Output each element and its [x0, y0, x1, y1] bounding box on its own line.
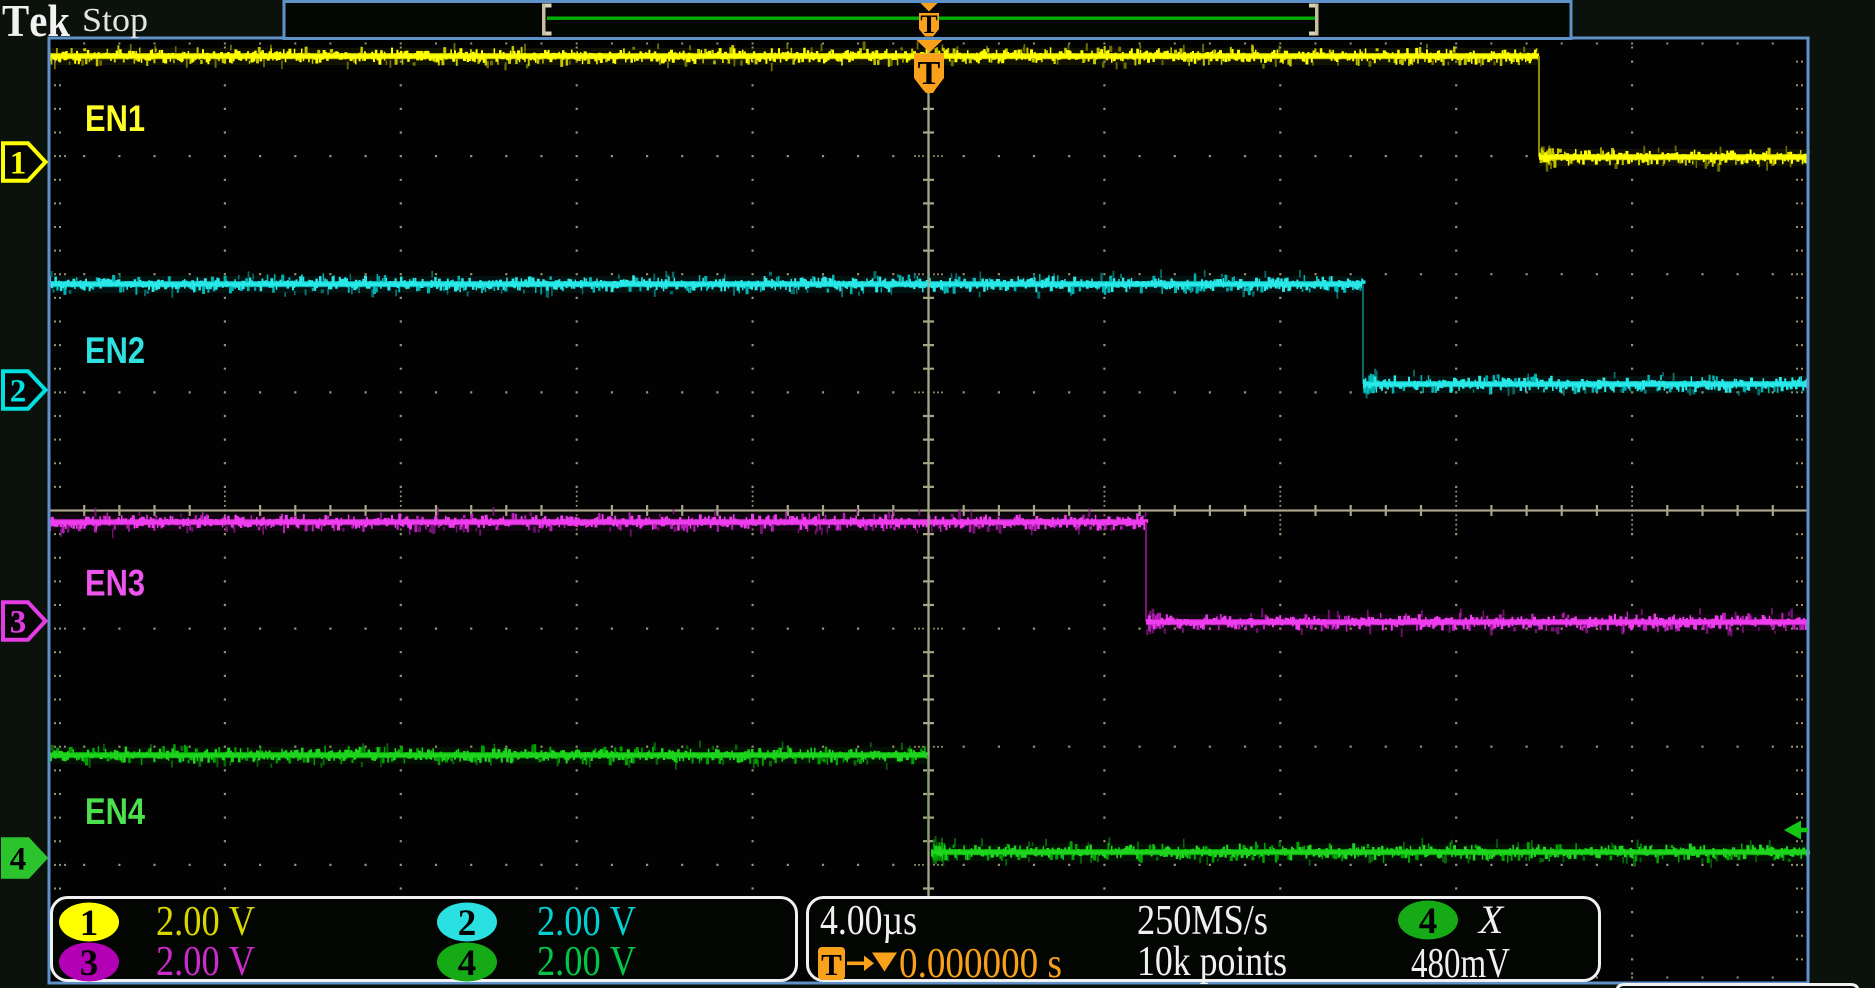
svg-text:480mV: 480mV: [1411, 941, 1510, 987]
svg-text:250MS/s: 250MS/s: [1137, 898, 1268, 944]
svg-text:10k points: 10k points: [1137, 939, 1287, 985]
svg-text:T: T: [821, 947, 842, 982]
svg-text:EN4: EN4: [85, 791, 145, 832]
svg-text:4: 4: [1419, 901, 1438, 942]
svg-text:4: 4: [10, 842, 27, 878]
svg-text:4.00µs: 4.00µs: [820, 898, 917, 944]
svg-text:2.00 V: 2.00 V: [537, 939, 636, 985]
svg-text:T: T: [918, 55, 941, 92]
svg-text:X: X: [1477, 897, 1505, 942]
svg-text:2: 2: [10, 374, 27, 410]
svg-text:1: 1: [10, 146, 27, 182]
svg-text:3: 3: [10, 605, 27, 641]
svg-text:EN3: EN3: [85, 563, 145, 604]
svg-text:EN2: EN2: [85, 330, 145, 371]
svg-text:T: T: [920, 10, 937, 39]
svg-text:Tek: Tek: [2, 0, 70, 46]
svg-text:2.00 V: 2.00 V: [156, 939, 255, 985]
svg-text:2: 2: [458, 903, 477, 944]
svg-text:Stop: Stop: [82, 2, 148, 39]
svg-text:EN1: EN1: [85, 98, 145, 139]
svg-text:4: 4: [458, 943, 477, 984]
svg-text:0.000000 s: 0.000000 s: [899, 941, 1062, 987]
svg-text:1: 1: [80, 903, 99, 944]
svg-text:3: 3: [80, 943, 99, 984]
